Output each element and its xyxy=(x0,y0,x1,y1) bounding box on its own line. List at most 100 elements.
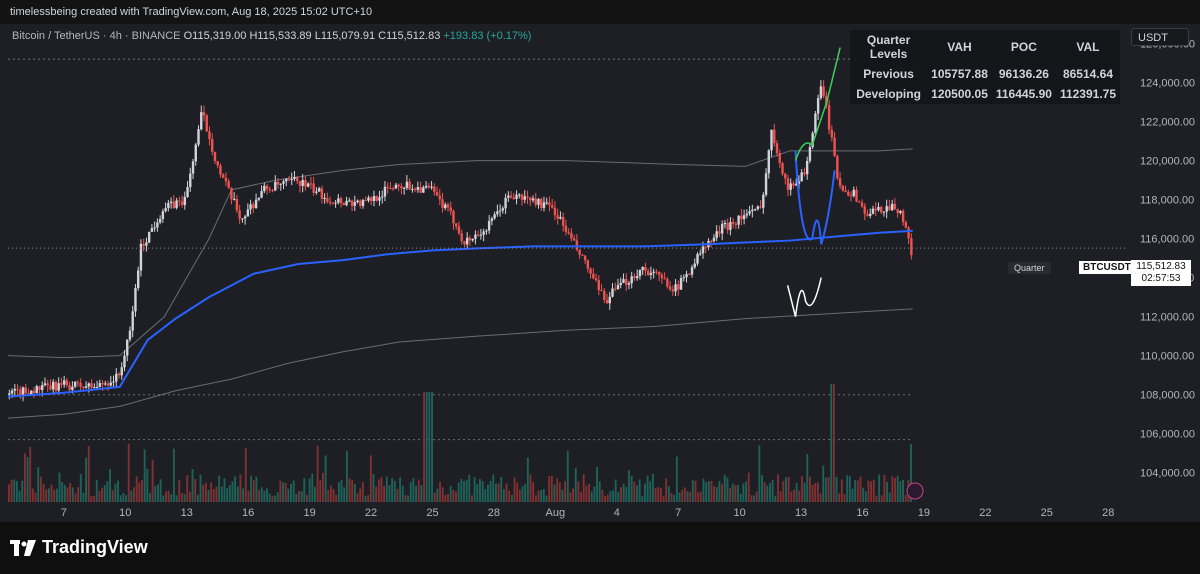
candle-body xyxy=(90,383,93,388)
volume-bar xyxy=(151,459,154,502)
candle-body xyxy=(142,243,145,246)
candle-body xyxy=(306,183,310,187)
tradingview-logo-icon xyxy=(10,539,36,556)
volume-bar xyxy=(404,495,407,502)
volume-bar xyxy=(452,489,455,502)
tradingview-logo[interactable]: TradingView xyxy=(10,537,148,558)
volume-bar xyxy=(103,485,106,502)
candle-body xyxy=(109,382,112,386)
volume-bar xyxy=(250,475,253,502)
volume-bar xyxy=(614,479,617,502)
volume-bar xyxy=(369,455,372,502)
volume-bar xyxy=(58,472,61,502)
volume-bar xyxy=(149,493,151,502)
volume-bar xyxy=(388,485,391,502)
candle-body xyxy=(855,189,858,202)
candle-body xyxy=(227,181,230,188)
volume-bar xyxy=(447,493,449,502)
candle-body xyxy=(720,224,724,234)
candle-body xyxy=(293,177,296,179)
candle-body xyxy=(652,271,655,273)
volume-bar xyxy=(292,480,295,502)
candle-body xyxy=(117,373,121,376)
volume-bar xyxy=(239,474,242,502)
volume-bar xyxy=(436,488,439,502)
candle-body xyxy=(452,210,455,224)
volume-bar xyxy=(314,486,316,502)
volume-bar xyxy=(348,478,351,502)
candle-body xyxy=(224,177,228,182)
candle-body xyxy=(147,231,151,243)
currency-selector[interactable]: USDT xyxy=(1131,28,1189,46)
volume-bar xyxy=(455,491,457,502)
volume-bar xyxy=(497,483,500,502)
volume-bar xyxy=(739,493,742,502)
candle-body xyxy=(904,222,908,228)
candle-body xyxy=(814,113,817,134)
volume-bar xyxy=(824,477,827,502)
volume-bar xyxy=(351,480,354,502)
table-row: Developing 120500.05 116445.90 112391.75 xyxy=(850,84,1120,104)
volume-bar xyxy=(542,489,545,502)
volume-bar xyxy=(572,488,575,502)
candle-body xyxy=(180,201,184,205)
candle-body xyxy=(866,213,869,216)
volume-bar xyxy=(601,489,604,502)
candle-body xyxy=(751,209,754,212)
candle-body xyxy=(737,215,740,225)
candle-body xyxy=(627,283,631,285)
volume-bar xyxy=(287,488,290,502)
x-tick-label: 4 xyxy=(614,507,620,519)
volume-bar xyxy=(718,481,721,502)
volume-bar xyxy=(707,481,710,502)
candle-body xyxy=(361,200,365,206)
candle-body xyxy=(57,383,60,391)
volume-bar xyxy=(63,484,66,502)
volume-bar xyxy=(167,490,170,502)
low-value: L115,079.91 xyxy=(314,30,376,42)
volume-bar xyxy=(71,487,74,502)
volume-bar xyxy=(295,493,298,502)
volume-bar xyxy=(548,476,551,502)
volume-bar xyxy=(550,476,553,502)
volume-bar xyxy=(236,486,239,502)
volume-bar xyxy=(425,392,428,502)
volume-bar xyxy=(577,481,580,502)
open-value: O115,319.00 xyxy=(183,30,247,42)
candle-body xyxy=(805,160,809,175)
candle-body xyxy=(326,197,329,203)
candle-body xyxy=(509,195,513,198)
candle-body xyxy=(674,284,677,292)
volume-bar xyxy=(630,475,633,502)
candle-body xyxy=(534,198,537,205)
volume-bar xyxy=(697,492,700,502)
candle-body xyxy=(570,233,573,239)
volume-bar xyxy=(194,478,197,502)
candle-body xyxy=(93,387,96,389)
candle-body xyxy=(762,194,765,208)
chart-area[interactable]: 126,000.00124,000.00122,000.00120,000.00… xyxy=(0,24,1200,522)
y-tick-label: 120,000.00 xyxy=(1140,156,1195,168)
candle-body xyxy=(688,273,691,275)
candle-body xyxy=(252,204,255,209)
volume-bar xyxy=(45,489,48,502)
volume-bar xyxy=(42,483,45,502)
volume-bar xyxy=(622,483,625,502)
volume-bar xyxy=(667,486,670,502)
candle-body xyxy=(312,183,315,193)
candle-body xyxy=(701,246,705,254)
volume-bar xyxy=(255,476,258,502)
volume-bar xyxy=(713,486,716,502)
candle-body xyxy=(82,386,85,388)
volume-bar xyxy=(588,484,590,502)
candle-body xyxy=(408,181,411,190)
volume-bar xyxy=(875,495,878,502)
candle-body xyxy=(422,187,425,193)
candle-body xyxy=(877,206,880,211)
candle-body xyxy=(753,209,757,211)
volume-bar xyxy=(878,474,881,502)
volume-bar xyxy=(143,449,146,502)
volume-bar xyxy=(47,488,50,502)
candle-body xyxy=(759,206,762,208)
volume-bar xyxy=(758,445,761,502)
